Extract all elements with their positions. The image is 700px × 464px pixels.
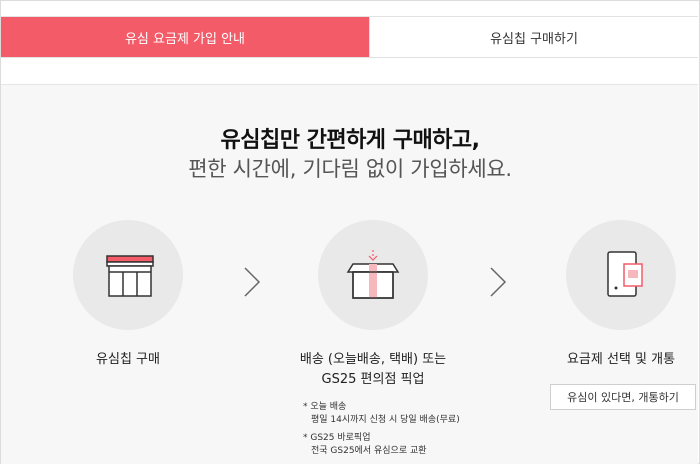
step-2-circle [318,220,428,330]
note-title: * 오늘 배송 [303,402,347,412]
package-box-icon [346,250,400,299]
step-2-label-line2: GS25 편의점 픽업 [321,372,425,387]
note-gs25-pickup: * GS25 바로픽업 전국 GS25에서 유심으로 교환 [303,432,427,458]
note-detail: 평일 14시까지 신청 시 당일 배송(무료) [311,415,460,425]
step-1-circle [73,220,183,330]
store-icon [106,255,154,297]
step-3-circle [566,220,676,330]
headline-main: 유심칩만 간편하게 구매하고, [220,128,480,153]
chevron-right-icon [490,267,507,297]
chevron-right-icon [244,267,261,297]
tab-usim-plan-guide[interactable]: 유심 요금제 가입 안내 [1,17,369,57]
note-today-delivery: * 오늘 배송 평일 14시까지 신청 시 당일 배송(무료) [303,401,460,427]
step-3-label: 요금제 선택 및 개통 [566,352,676,367]
tab-bar: 유심 요금제 가입 안내 유심칩 구매하기 [1,16,698,58]
note-detail: 전국 GS25에서 유심으로 교환 [311,446,427,456]
step-2-label-line1: 배송 (오늘배송, 택배) 또는 [299,352,447,367]
step-2-label: 배송 (오늘배송, 택배) 또는 GS25 편의점 픽업 [273,350,473,390]
note-title: * GS25 바로픽업 [303,433,371,443]
activate-button[interactable]: 유심이 있다면, 개통하기 [550,384,696,410]
step-1-label: 유심칩 구매 [96,352,160,367]
sim-phone-icon [607,251,643,297]
tab-buy-usim[interactable]: 유심칩 구매하기 [369,17,698,57]
headline-sub: 편한 시간에, 기다림 없이 가입하세요. [188,157,512,181]
